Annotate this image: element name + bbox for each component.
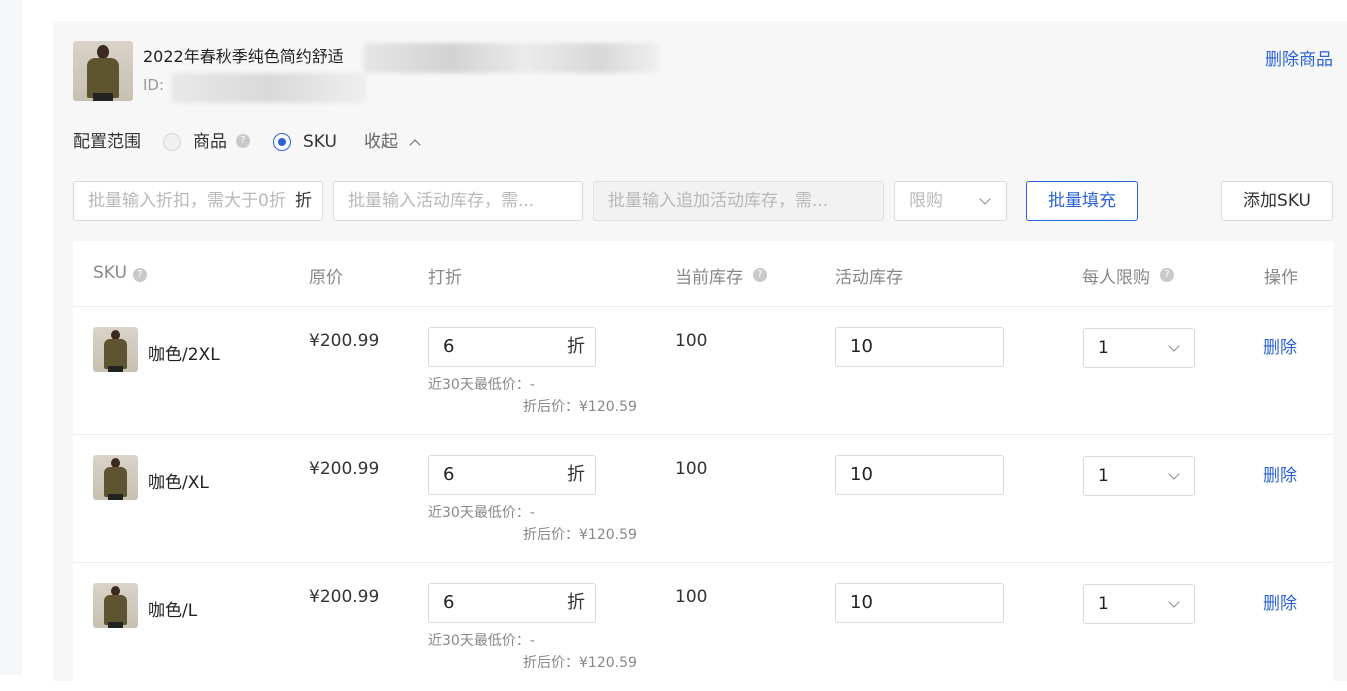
radio-product[interactable]: [163, 133, 181, 151]
sku-thumbnail: [93, 327, 138, 372]
discount-input[interactable]: 6 折: [428, 455, 596, 495]
current-stock: 100: [675, 459, 708, 479]
redacted-id-blur: [171, 73, 367, 103]
header-original-price: 原价: [309, 268, 343, 288]
header-sku: SKU ?: [93, 263, 147, 283]
lowest-price-30-days: 近30天最低价：-: [428, 633, 535, 649]
header-per-person-limit-label: 每人限购: [1082, 268, 1150, 288]
header-action: 操作: [1264, 268, 1298, 288]
batch-limit-select[interactable]: 限购: [894, 181, 1007, 221]
header-per-person-limit: 每人限购 ?: [1082, 263, 1174, 288]
sku-thumbnail: [93, 455, 138, 500]
radio-sku-label[interactable]: SKU: [303, 129, 337, 155]
question-circle-icon[interactable]: ?: [236, 134, 250, 148]
discount-value: 6: [443, 336, 455, 357]
discount-input[interactable]: 6 折: [428, 327, 596, 367]
lowest-price-30-days: 近30天最低价：-: [428, 505, 535, 521]
config-scope-label: 配置范围: [73, 132, 141, 152]
product-thumbnail: [73, 41, 133, 101]
left-strip: [0, 0, 22, 675]
discount-suffix: 折: [295, 191, 312, 211]
chevron-down-icon: [1168, 468, 1180, 480]
header-discount: 打折: [428, 268, 462, 288]
batch-stock-placeholder: 批量输入活动库存，需...: [348, 191, 535, 211]
activity-stock-input[interactable]: 10: [835, 327, 1004, 367]
question-circle-icon[interactable]: ?: [753, 268, 767, 282]
table-row: 咖色/2XL ¥200.99 6 折 近30天最低价：- 折后价：¥120.59…: [73, 307, 1333, 435]
activity-stock-input[interactable]: 10: [835, 583, 1004, 623]
delete-product-link[interactable]: 删除商品: [1265, 45, 1333, 70]
header-activity-stock: 活动库存: [835, 268, 903, 288]
delete-sku-link[interactable]: 删除: [1263, 461, 1297, 486]
discount-value: 6: [443, 464, 455, 485]
lowest-price-30-days: 近30天最低价：-: [428, 377, 535, 393]
table-row: 咖色/L ¥200.99 6 折 近30天最低价：- 折后价：¥120.59 1…: [73, 563, 1333, 691]
chevron-up-icon: [409, 137, 422, 151]
discount-input[interactable]: 6 折: [428, 583, 596, 623]
sku-name: 咖色/2XL: [148, 345, 220, 365]
discount-value: 6: [443, 592, 455, 613]
original-price: ¥200.99: [309, 459, 380, 479]
product-title: 2022年春秋季纯色简约舒适: [143, 47, 344, 66]
batch-stock-input[interactable]: 批量输入活动库存，需...: [333, 181, 583, 221]
sku-thumbnail: [93, 583, 138, 628]
delete-sku-link[interactable]: 删除: [1263, 333, 1297, 358]
discount-suffix: 折: [567, 592, 585, 613]
batch-discount-placeholder: 批量输入折扣，需大于0折: [88, 191, 286, 211]
chevron-down-icon: [1168, 596, 1180, 608]
radio-product-label[interactable]: 商品: [193, 129, 227, 155]
limit-select[interactable]: 1: [1083, 328, 1195, 368]
batch-extra-stock-input: 批量输入追加活动库存，需...: [593, 181, 884, 221]
chevron-down-icon: [1168, 340, 1180, 352]
product-config-panel: 2022年春秋季纯色简约舒适 ID: 删除商品 配置范围 商品 ? SKU 收起…: [53, 21, 1347, 681]
batch-limit-placeholder: 限购: [909, 191, 943, 211]
batch-extra-stock-placeholder: 批量输入追加活动库存，需...: [608, 191, 829, 211]
question-circle-icon[interactable]: ?: [133, 268, 147, 282]
radio-sku[interactable]: [273, 133, 291, 151]
product-header: 2022年春秋季纯色简约舒适 ID: 删除商品: [73, 41, 1333, 103]
original-price: ¥200.99: [309, 331, 380, 351]
batch-fill-button[interactable]: 批量填充: [1026, 181, 1138, 221]
add-sku-button[interactable]: 添加SKU: [1221, 181, 1333, 221]
sku-name: 咖色/XL: [148, 473, 209, 493]
price-after-discount: 折后价：¥120.59: [523, 399, 637, 415]
delete-sku-link[interactable]: 删除: [1263, 589, 1297, 614]
header-current-stock: 当前库存 ?: [675, 263, 767, 288]
table-row: 咖色/XL ¥200.99 6 折 近30天最低价：- 折后价：¥120.59 …: [73, 435, 1333, 563]
chevron-down-icon: [979, 193, 991, 205]
limit-value: 1: [1098, 466, 1109, 486]
original-price: ¥200.99: [309, 587, 380, 607]
batch-discount-input[interactable]: 批量输入折扣，需大于0折 折: [73, 181, 323, 221]
limit-value: 1: [1098, 338, 1109, 358]
header-current-stock-label: 当前库存: [675, 268, 743, 288]
discount-suffix: 折: [567, 336, 585, 357]
sku-name: 咖色/L: [148, 601, 198, 621]
current-stock: 100: [675, 331, 708, 351]
collapse-toggle[interactable]: 收起: [364, 129, 422, 155]
limit-value: 1: [1098, 594, 1109, 614]
limit-select[interactable]: 1: [1083, 456, 1195, 496]
limit-select[interactable]: 1: [1083, 584, 1195, 624]
redacted-title-blur: [363, 43, 659, 73]
header-sku-label: SKU: [93, 263, 127, 283]
price-after-discount: 折后价：¥120.59: [523, 527, 637, 543]
price-after-discount: 折后价：¥120.59: [523, 655, 637, 671]
question-circle-icon[interactable]: ?: [1160, 268, 1174, 282]
collapse-label: 收起: [364, 132, 398, 152]
sku-table: SKU ? 原价 打折 当前库存 ? 活动库存 每人限购 ? 操作 咖色/2XL…: [73, 241, 1333, 681]
activity-stock-input[interactable]: 10: [835, 455, 1004, 495]
product-id-label: ID:: [143, 76, 165, 94]
discount-suffix: 折: [567, 464, 585, 485]
current-stock: 100: [675, 587, 708, 607]
batch-input-row: 批量输入折扣，需大于0折 折 批量输入活动库存，需... 批量输入追加活动库存，…: [73, 181, 1333, 221]
